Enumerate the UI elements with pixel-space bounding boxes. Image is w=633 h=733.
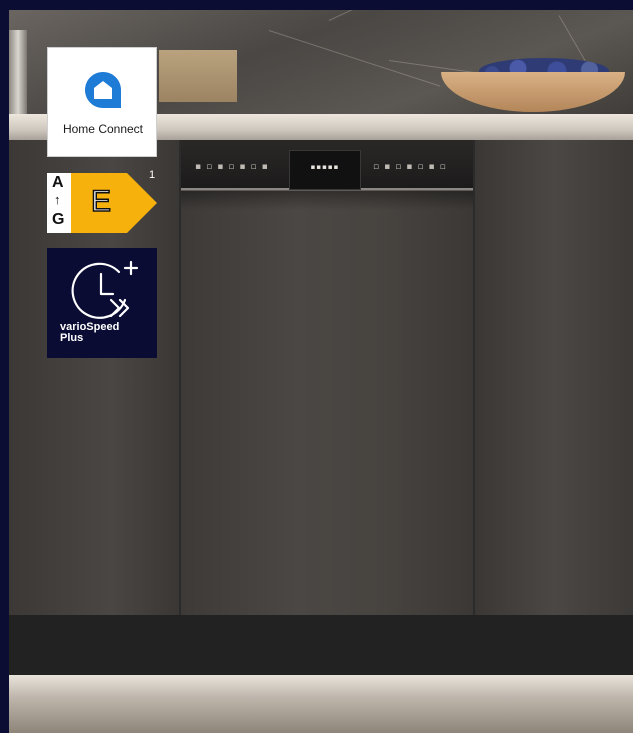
energy-scale-bottom: G <box>52 211 65 228</box>
image-frame: ▪▫▪▫▪▫▪ ▪▪▪▪▪ ▫▪▫▪▫▪▫ Home Connect A ↑ G <box>0 0 633 733</box>
home-connect-icon <box>85 72 121 108</box>
arrow-up-icon: ↑ <box>54 192 61 207</box>
dishwasher: ▪▫▪▫▪▫▪ ▪▪▪▪▪ ▫▪▫▪▫▪▫ <box>181 140 473 615</box>
vario-speed-badge: varioSpeed Plus <box>47 248 157 358</box>
control-panel: ▪▫▪▫▪▫▪ ▪▪▪▪▪ ▫▪▫▪▫▪▫ <box>181 140 473 191</box>
floor <box>9 675 633 733</box>
control-buttons-right: ▫▪▫▪▫▪▫ <box>373 162 451 172</box>
energy-label-badge: A ↑ G E 1 <box>47 169 157 233</box>
control-display: ▪▪▪▪▪ <box>289 150 361 190</box>
wooden-box <box>159 50 237 102</box>
control-buttons-left: ▪▫▪▫▪▫▪ <box>195 162 273 172</box>
door-shadow <box>181 190 473 210</box>
energy-footnote: 1 <box>149 169 156 181</box>
energy-class: E <box>90 184 112 219</box>
cabinet-right <box>475 140 633 615</box>
home-connect-label: Home Connect <box>62 122 144 136</box>
energy-scale: A ↑ G <box>47 173 71 233</box>
home-connect-badge: Home Connect <box>47 47 157 157</box>
faucet <box>9 30 27 120</box>
energy-scale-top: A <box>52 174 64 191</box>
kickplate <box>9 615 633 675</box>
clock-forward-icon <box>71 260 139 319</box>
vario-speed-label: varioSpeed Plus <box>60 322 155 344</box>
display-readout: ▪▪▪▪▪ <box>310 163 340 171</box>
energy-class-arrow <box>71 173 157 233</box>
vario-speed-line2: Plus <box>60 332 84 344</box>
